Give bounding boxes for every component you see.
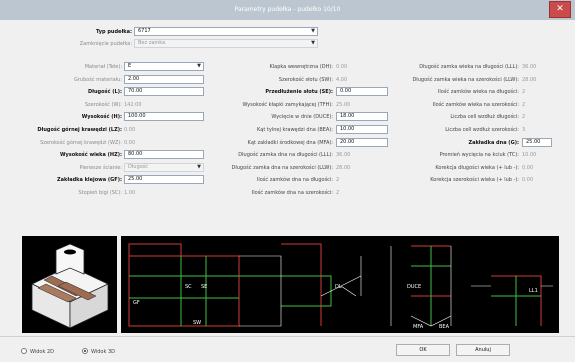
param-label: Przedłużenie słotu (SE): <box>265 89 333 96</box>
param-label: Długość zamka dna na długości (LLL): <box>238 152 333 159</box>
closure-select[interactable]: Bez zamka ▼ <box>134 39 318 48</box>
param-label: Długość zamka wieka na szerokości (LLW): <box>412 76 519 83</box>
param-value: 10.00 <box>522 152 537 159</box>
param-value: 142.00 <box>124 101 142 108</box>
box-type-label: Typ pudełka: <box>95 29 132 35</box>
param-label: Wysokość (H): <box>81 114 122 121</box>
param-label: Korekcja szerokości wieka (+ lub -): <box>430 177 519 184</box>
dim-label-dl: DL <box>335 284 342 290</box>
param-value: 0.00 <box>336 64 348 70</box>
dim-label-duce: DUCE <box>407 284 421 290</box>
param-value: 0.00 <box>522 164 534 171</box>
param-select-value: E <box>128 63 132 69</box>
dim-label-bea: BEA <box>439 324 450 330</box>
param-value: 2 <box>522 114 526 121</box>
box-type-select[interactable]: 6717 ▼ <box>134 27 318 36</box>
param-label: Wycięcie w dnie (DUCE): <box>271 114 333 121</box>
param-label: Szerokość słotu (SW): <box>278 76 333 83</box>
box-3d-illustration <box>31 243 109 329</box>
dieline-2d-preview: GF SC SW SE DL DUCE MFA BEA LL1 <box>121 236 559 333</box>
dialog-window: Parametry pudełka - pudełko 10/10 ✕ Typ … <box>0 0 575 362</box>
param-label: Szerokość górnej krawędzi (WZ): <box>40 139 122 146</box>
param-label: Wysokość wieka (HZ): <box>59 152 122 159</box>
param-select-value: Długość <box>128 163 149 170</box>
param-value: 2 <box>336 190 340 196</box>
param-label: Pierwsze ścianie: <box>79 164 122 171</box>
dim-label-ll1: LL1 <box>529 288 538 294</box>
view-2d-label: Widok 2D <box>30 349 54 355</box>
param-label: Grubość materiału: <box>73 76 122 83</box>
cancel-button[interactable]: Anuluj <box>456 344 510 356</box>
param-input[interactable]: 25.00 <box>522 137 552 147</box>
dim-label-sw: SW <box>193 320 201 326</box>
dim-label-gf: GF <box>133 300 140 306</box>
param-label: Klapka wewnętrzna (DH): <box>269 64 333 70</box>
box-3d-preview <box>22 236 117 333</box>
param-value: 0.00 <box>522 177 534 184</box>
param-value: 2 <box>336 177 340 184</box>
dieline-drawing: GF SC SW SE DL DUCE MFA BEA LL1 <box>128 243 553 330</box>
param-value: 3 <box>522 127 526 133</box>
chevron-down-icon: ▼ <box>311 40 315 46</box>
window-title: Parametry pudełka - pudełko 10/10 <box>234 6 341 13</box>
box-type-value: 6717 <box>138 28 151 34</box>
param-label: Ilość zamków dna na szerokości: <box>251 190 333 196</box>
title-bar: Parametry pudełka - pudełko 10/10 ✕ <box>0 0 575 20</box>
param-value: 28.00 <box>522 76 537 83</box>
param-label: Promień wycięcia na kciuk (TC): <box>439 152 519 159</box>
dim-label-sc: SC <box>185 284 192 290</box>
param-label: Długość zamka dna na szerokości (LLW): <box>231 164 333 171</box>
param-label: Korekcja długości wieka (+ lub -): <box>435 164 519 171</box>
param-value: 36.00 <box>522 64 537 70</box>
param-label: Ilość zamków dna na długości: <box>256 177 333 184</box>
dim-label-mfa: MFA <box>413 324 424 330</box>
param-label: Liczba cell wzdłuż długości: <box>450 114 519 121</box>
param-value: 2 <box>522 101 526 108</box>
param-label: Długość górnej krawędzi (LZ): <box>37 127 122 133</box>
param-label: Ilość zamków wieka na długości: <box>437 89 519 96</box>
param-label: Zakładka dna (G): <box>468 139 519 146</box>
view-3d-label: Widok 3D <box>91 349 115 355</box>
param-label: Długość (L): <box>87 89 122 96</box>
closure-label: Zamknięcie pudełka: <box>79 41 132 47</box>
ok-button[interactable]: OK <box>396 344 450 356</box>
param-label: Ilość zamków wieka na szerokości: <box>432 101 519 108</box>
chevron-down-icon: ▼ <box>311 28 315 34</box>
param-label: Liczba cell wzdłuż szerokości: <box>445 127 519 133</box>
view-2d-radio[interactable] <box>21 348 27 354</box>
close-icon[interactable]: ✕ <box>549 1 571 18</box>
param-value: 0.00 <box>124 127 136 133</box>
param-value: 4.00 <box>336 76 348 83</box>
param-label: Stopień bigi (SC): <box>78 190 122 196</box>
param-value: 2 <box>522 89 526 96</box>
param-label: Szerokość (W): <box>84 101 122 108</box>
view-3d-radio[interactable] <box>82 348 88 354</box>
param-value: 1.00 <box>124 190 136 196</box>
param-label: Długość zamka wieka na długości (LLL): <box>419 64 519 70</box>
dim-label-se: SE <box>201 284 207 290</box>
param-value: 0.00 <box>124 139 136 146</box>
param-label: Materiał (Tele): <box>84 64 122 70</box>
closure-value: Bez zamka <box>138 40 166 46</box>
param-label: Wysokość kłapki zamykającej (TFH): <box>242 101 333 108</box>
param-label: Kąt tylnej krawędzi dna (BEA): <box>257 127 333 133</box>
param-label: Kąt zakładki środkowej dna (MFA): <box>247 139 333 146</box>
param-label: Zakładka klejowa (GF): <box>57 177 122 184</box>
dialog-footer: Widok 2D Widok 3D OK Anuluj <box>0 336 575 362</box>
